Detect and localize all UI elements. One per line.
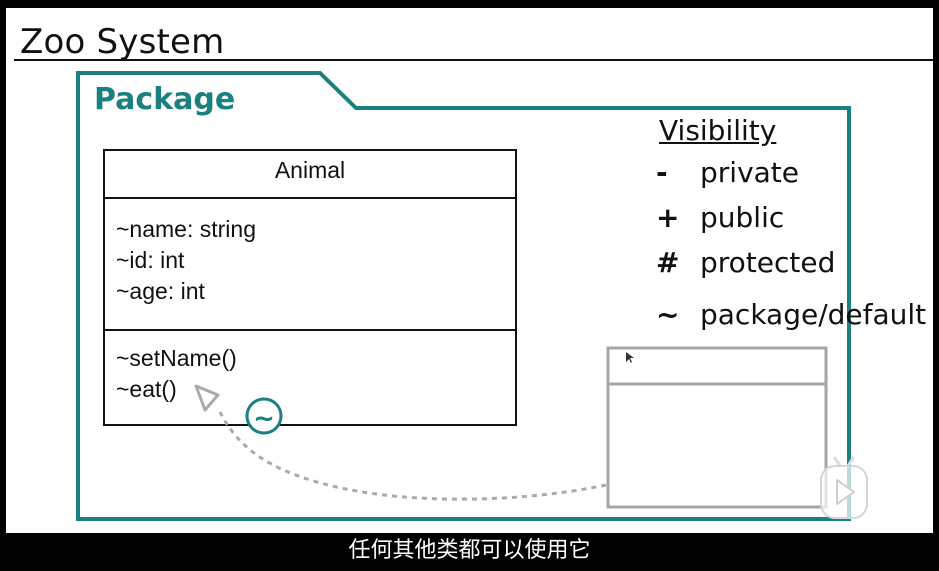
play-button-icon[interactable]	[818, 452, 870, 524]
other-class-box	[606, 346, 828, 509]
legend-item-package: ~ package/default	[656, 298, 926, 332]
slide: ~ Zoo System Package Animal ~name: strin…	[6, 8, 933, 533]
slide-title: Zoo System	[20, 22, 225, 62]
legend-label: public	[700, 201, 785, 234]
legend-label: protected	[700, 246, 836, 279]
class-attributes: ~name: string ~id: int ~age: int	[116, 214, 256, 307]
attribute-age: ~age: int	[116, 278, 205, 304]
legend-label: private	[700, 156, 799, 189]
operation-eat: ~eat()	[116, 376, 177, 402]
legend-item-public: + public	[656, 201, 784, 235]
video-subtitle: 任何其他类都可以使用它	[348, 538, 591, 563]
legend-title: Visibility	[659, 114, 777, 147]
class-operations: ~setName() ~eat()	[116, 343, 237, 405]
package-label: Package	[94, 82, 236, 117]
legend-item-private: - private	[656, 156, 799, 190]
operation-setname: ~setName()	[116, 345, 237, 371]
legend-symbol: ~	[656, 298, 680, 331]
class-name: Animal	[274, 157, 346, 183]
legend-symbol: #	[656, 246, 680, 279]
legend-label: package/default	[700, 298, 927, 331]
attribute-id: ~id: int	[116, 247, 185, 273]
legend-symbol: -	[656, 156, 668, 189]
legend-item-protected: # protected	[656, 246, 835, 280]
legend-symbol: +	[656, 201, 680, 234]
package-visibility-symbol: ~	[253, 404, 275, 434]
attribute-name: ~name: string	[116, 216, 256, 242]
